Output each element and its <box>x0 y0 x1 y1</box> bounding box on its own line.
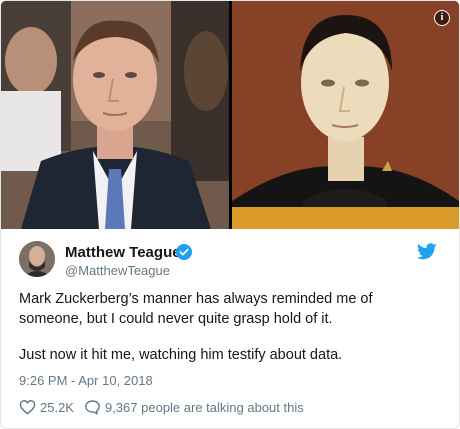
info-icon[interactable]: i <box>434 10 450 26</box>
reply-button[interactable]: 9,367 people are talking about this <box>84 399 304 415</box>
tweet-text: Mark Zuckerberg’s manner has always remi… <box>19 289 439 365</box>
twitter-bird-icon[interactable] <box>417 243 437 260</box>
avatar[interactable] <box>19 241 55 277</box>
heart-icon <box>19 400 36 415</box>
tweet-paragraph: Just now it hit me, watching him testify… <box>19 347 343 363</box>
tweet-timestamp[interactable]: 9:26 PM - Apr 10, 2018 <box>19 373 153 388</box>
tweet-actions: 25.2K 9,367 people are talking about thi… <box>19 398 314 416</box>
verified-icon <box>176 244 192 260</box>
like-button[interactable]: 25.2K <box>19 399 74 415</box>
photo-right[interactable] <box>232 1 459 229</box>
author-handle[interactable]: @MatthewTeague <box>65 263 170 278</box>
tweet-header: Matthew Teague @MatthewTeague <box>19 241 439 281</box>
conversation-text: 9,367 people are talking about this <box>104 399 304 415</box>
tweet-media[interactable]: i <box>1 1 459 229</box>
photo-left[interactable] <box>1 1 229 229</box>
comment-icon <box>85 400 100 415</box>
like-count: 25.2K <box>40 399 74 415</box>
embedded-tweet-card: i Matthew Teague @MatthewTeague Mark Zuc… <box>0 0 460 429</box>
tweet-paragraph: Mark Zuckerberg’s manner has always remi… <box>19 291 373 327</box>
author-display-name[interactable]: Matthew Teague <box>65 244 181 261</box>
